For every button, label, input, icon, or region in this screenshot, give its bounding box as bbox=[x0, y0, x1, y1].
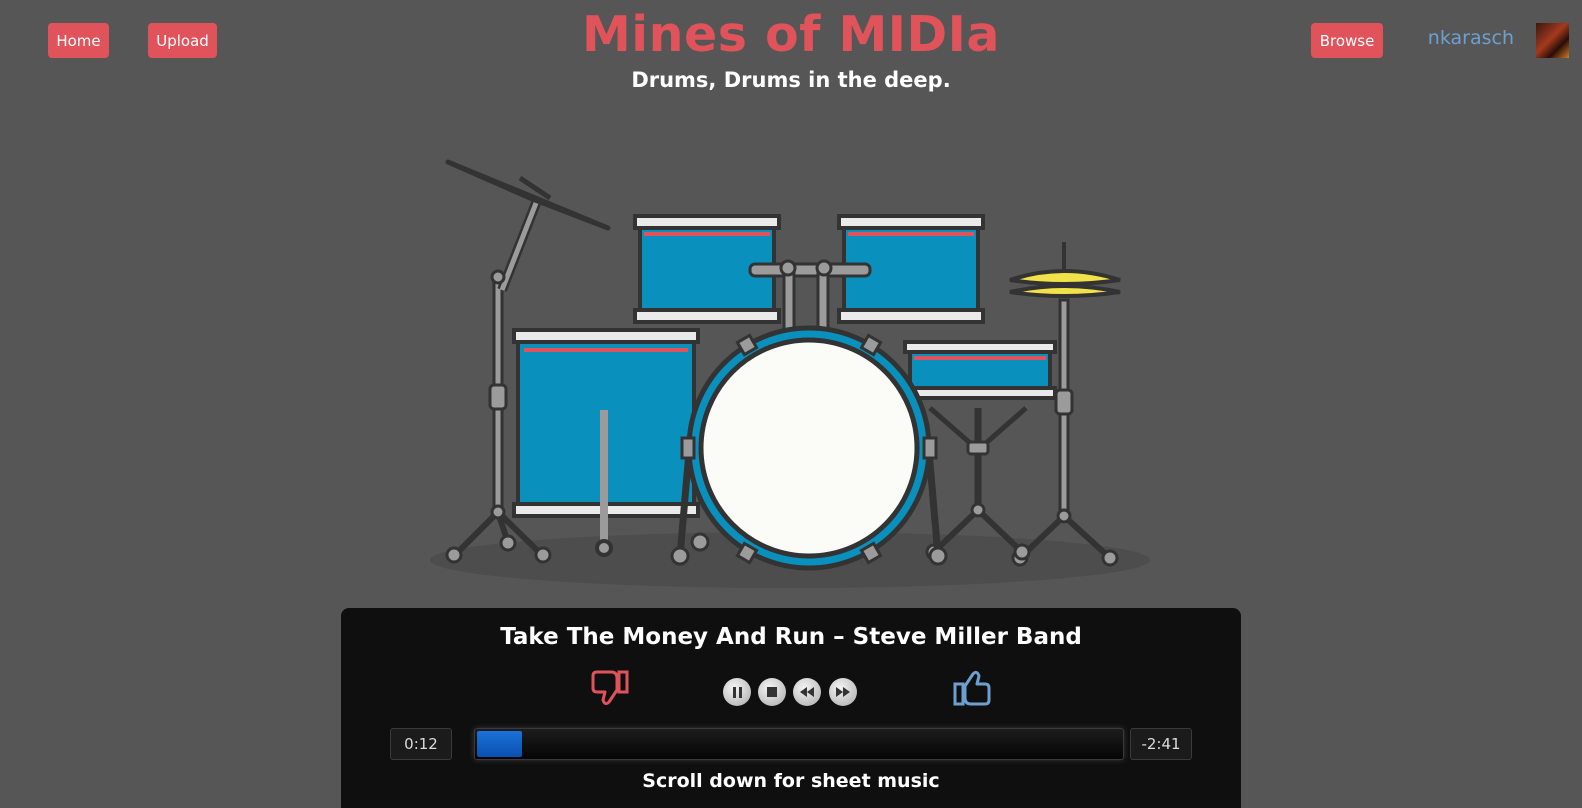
stop-icon bbox=[767, 687, 777, 697]
pause-icon bbox=[732, 686, 742, 698]
progress-fill bbox=[477, 731, 522, 757]
pause-button[interactable] bbox=[723, 678, 751, 706]
stop-button[interactable] bbox=[758, 678, 786, 706]
thumbs-down-icon[interactable] bbox=[591, 668, 629, 712]
drum-kit-illustration bbox=[430, 159, 1150, 588]
browse-button[interactable]: Browse bbox=[1311, 23, 1383, 58]
avatar[interactable] bbox=[1536, 23, 1569, 58]
song-title: Take The Money And Run – Steve Miller Ba… bbox=[500, 624, 1082, 650]
rewind-button[interactable] bbox=[793, 678, 821, 706]
site-subtitle: Drums, Drums in the deep. bbox=[631, 68, 951, 92]
elapsed-time: 0:12 bbox=[390, 728, 452, 760]
progress-bar[interactable] bbox=[474, 728, 1124, 760]
fast-forward-button[interactable] bbox=[829, 678, 857, 706]
rewind-icon bbox=[800, 687, 814, 697]
username-link[interactable]: nkarasch bbox=[1428, 27, 1514, 49]
midi-player: Take The Money And Run – Steve Miller Ba… bbox=[341, 608, 1241, 808]
remaining-time: -2:41 bbox=[1130, 728, 1192, 760]
fast-forward-icon bbox=[836, 687, 850, 697]
thumbs-up-icon[interactable] bbox=[953, 668, 991, 712]
scroll-hint: Scroll down for sheet music bbox=[642, 770, 940, 792]
